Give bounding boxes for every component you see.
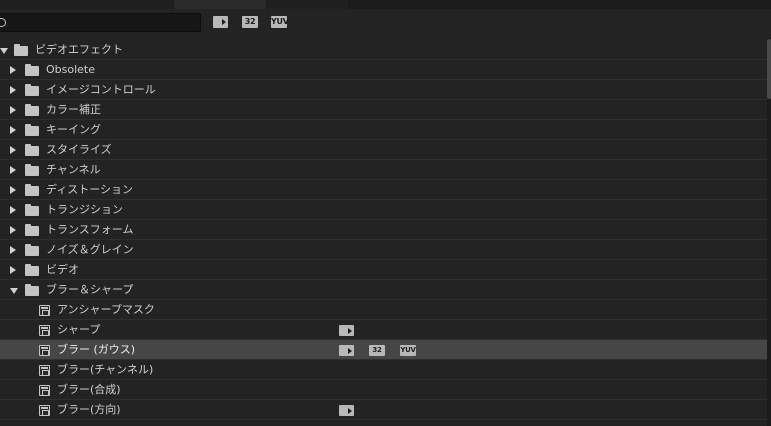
tree-folder-row[interactable]: カラー補正 [0, 100, 767, 120]
effect-row[interactable]: アンシャープマスク [0, 300, 767, 320]
tree-folder-label: ディストーション [46, 183, 134, 196]
folder-icon [25, 144, 39, 156]
folder-icon [25, 224, 39, 236]
triangle-right-icon[interactable] [10, 266, 16, 274]
tree-folder-label: ビデオ [46, 263, 79, 276]
tree-folder-row[interactable]: ディストーション [0, 180, 767, 200]
triangle-right-icon[interactable] [10, 166, 16, 174]
tree-folder-row[interactable]: キーイング [0, 120, 767, 140]
effect-label: ブラー (ガウス) [57, 343, 136, 356]
folder-icon [25, 204, 39, 216]
folder-icon [25, 264, 39, 276]
effect-label: ブラー(チャンネル) [57, 363, 154, 376]
32bit-badge: 32 [369, 345, 385, 356]
folder-icon [25, 124, 39, 136]
tree-folder-label: ブラー＆シャープ [46, 283, 134, 296]
scrollbar[interactable] [767, 37, 771, 426]
panel-tab[interactable] [0, 0, 172, 9]
tree-folder-label: キーイング [46, 123, 101, 136]
triangle-right-icon[interactable] [10, 146, 16, 154]
tree-folder-label: チャンネル [46, 163, 101, 176]
tree-folder-row-open[interactable]: ブラー＆シャープ [0, 280, 767, 300]
search-icon [0, 18, 6, 27]
effect-row[interactable]: ブラー(チャンネル) [0, 360, 767, 380]
tree-folder-row[interactable]: スタイライズ [0, 140, 767, 160]
triangle-right-icon[interactable] [10, 206, 16, 214]
tree-folder-label: トランジション [46, 203, 123, 216]
tree-folder-row[interactable]: イメージコントロール [0, 80, 767, 100]
effect-label: ブラー(方向) [57, 403, 121, 416]
panel-tab-strip [0, 0, 771, 9]
effect-icon [39, 405, 50, 416]
tree-folder-row-video-effects[interactable]: ビデオエフェクト [0, 40, 767, 60]
tree-folder-row[interactable]: ビデオ [0, 260, 767, 280]
panel-tab[interactable] [268, 0, 348, 9]
tree-folder-row[interactable]: トランスフォーム [0, 220, 767, 240]
accelerated-effects-filter-button[interactable] [213, 16, 228, 28]
folder-icon [14, 44, 28, 56]
triangle-right-icon[interactable] [10, 66, 16, 74]
effect-icon [39, 345, 50, 356]
folder-icon [25, 64, 39, 76]
effect-label: アンシャープマスク [57, 303, 155, 316]
triangle-right-icon[interactable] [10, 186, 16, 194]
folder-icon [25, 104, 39, 116]
effect-icon [39, 385, 50, 396]
effect-label: ブラー(合成) [57, 383, 121, 396]
triangle-right-icon[interactable] [10, 226, 16, 234]
folder-icon [25, 244, 39, 256]
tree-folder-row[interactable]: チャンネル [0, 160, 767, 180]
scrollbar-thumb[interactable] [767, 39, 771, 99]
triangle-down-icon[interactable] [10, 288, 18, 294]
folder-icon [25, 284, 39, 296]
effect-icon [39, 305, 50, 316]
search-box[interactable] [0, 13, 201, 32]
yuv-effects-filter-button[interactable]: YUV [271, 16, 289, 28]
accelerated-badge [339, 325, 354, 336]
tree-folder-label: イメージコントロール [46, 83, 156, 96]
effect-row[interactable]: ブラー(合成) [0, 380, 767, 400]
search-input[interactable] [11, 15, 196, 30]
yuv-badge: YUV [400, 345, 416, 356]
32bit-effects-filter-button[interactable]: 32 [242, 16, 258, 28]
tree-folder-row[interactable]: Obsolete [0, 60, 767, 80]
effect-label: シャープ [57, 323, 101, 336]
tree-folder-label: カラー補正 [46, 103, 101, 116]
accelerated-badge [339, 405, 354, 416]
tree-folder-row[interactable]: ノイズ＆グレイン [0, 240, 767, 260]
triangle-right-icon[interactable] [10, 86, 16, 94]
folder-icon [25, 84, 39, 96]
triangle-right-icon[interactable] [10, 106, 16, 114]
effects-toolbar: 32 YUV [0, 9, 771, 37]
accelerated-badge [339, 345, 354, 356]
triangle-right-icon[interactable] [10, 126, 16, 134]
effect-row[interactable]: シャープ [0, 320, 767, 340]
tree-folder-label: ビデオエフェクト [35, 43, 123, 56]
triangle-right-icon[interactable] [10, 246, 16, 254]
tree-folder-label: トランスフォーム [46, 223, 134, 236]
tree-folder-label: Obsolete [46, 63, 96, 76]
effect-row[interactable]: ブラー(方向) [0, 400, 767, 420]
tree-folder-row[interactable]: トランジション [0, 200, 767, 220]
tree-folder-label: ノイズ＆グレイン [46, 243, 134, 256]
effect-row[interactable]: ブラー (ガウス) 32 YUV [0, 340, 767, 360]
effect-icon [39, 325, 50, 336]
effect-icon [39, 365, 50, 376]
tree-folder-label: スタイライズ [46, 143, 112, 156]
folder-icon [25, 184, 39, 196]
folder-icon [25, 164, 39, 176]
panel-tab-active[interactable] [174, 0, 266, 9]
triangle-down-icon[interactable] [0, 48, 8, 54]
